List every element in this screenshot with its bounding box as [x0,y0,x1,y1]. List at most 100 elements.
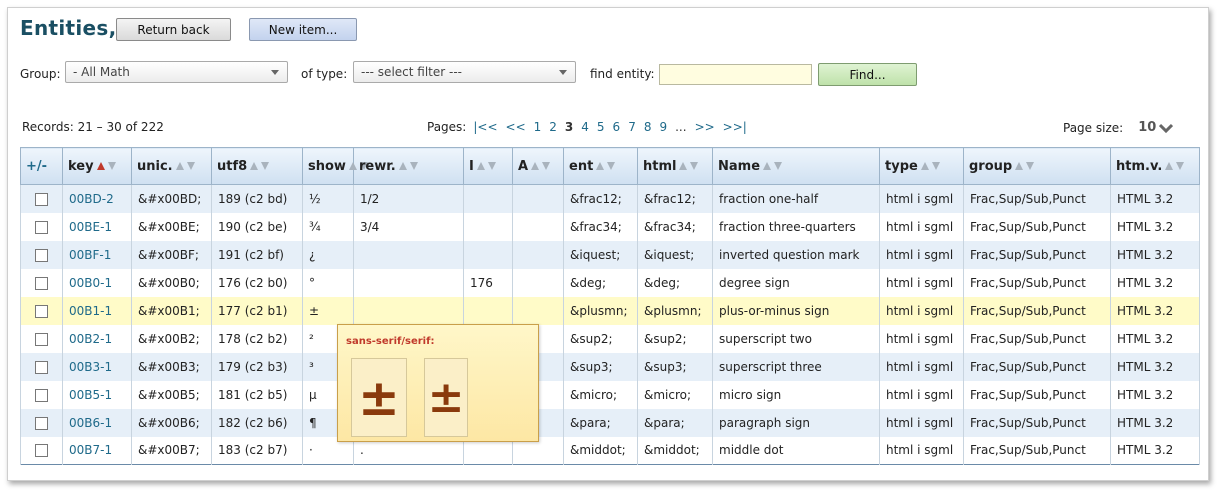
row-checkbox[interactable] [35,416,48,430]
cell-rewr: 1/2 [353,184,464,213]
column-header-a[interactable]: A [512,147,564,185]
last-page-link[interactable]: >>| [723,120,747,134]
column-header-ent[interactable]: ent [563,147,638,185]
column-header-unic[interactable]: unic. [131,147,212,185]
sort-ascending-icon[interactable] [96,161,118,171]
find-button[interactable]: Find... [818,63,917,86]
column-header-type[interactable]: type [879,147,964,185]
cell-ent: &frac12; [563,184,638,213]
table-row[interactable]: 00B6-1 &#x00B6; 182 (c2 b6) ¶ &para; &para; pa… [20,408,1200,437]
table-row[interactable]: 00B1-1 &#x00B1; 177 (c2 b1) ± &plusmn; &plusm… [20,296,1200,325]
return-back-button[interactable]: Return back [116,18,231,41]
column-header-utf8[interactable]: utf8 [211,147,303,185]
cell-name: superscript two [712,324,880,353]
chevron-down-icon [271,70,279,75]
cell-key[interactable]: 00BD-2 [62,184,132,213]
column-header-label: htm.v. [1116,158,1163,174]
column-header-rewr[interactable]: rewr. [353,147,464,185]
cell-ent: &sup3; [563,352,638,381]
cell-key[interactable]: 00BF-1 [62,240,132,269]
cell-html: &sup2; [637,324,713,353]
table-row[interactable]: 00BF-1 &#x00BF; 191 (c2 bf) ¿ &iquest; &iques… [20,240,1200,269]
sort-arrows-icon[interactable] [762,161,784,171]
cell-key[interactable]: 00B3-1 [62,352,132,381]
column-header-group[interactable]: group [963,147,1111,185]
sort-arrows-icon[interactable] [249,161,271,171]
cell-rewr [353,296,464,325]
page-link-9[interactable]: 9 [659,120,667,134]
page-size-select[interactable]: 10 [1138,120,1156,135]
row-checkbox[interactable] [35,304,48,318]
sort-arrows-icon[interactable] [1164,161,1186,171]
row-checkbox[interactable] [35,248,48,262]
cell-html: &iquest; [637,240,713,269]
sort-arrows-icon[interactable] [1014,161,1036,171]
cell-htmv: HTML 3.2 [1110,240,1200,269]
page-link-7[interactable]: 7 [628,120,636,134]
group-select[interactable]: - All Math [65,61,288,83]
row-checkbox[interactable] [35,192,48,206]
cell-key[interactable]: 00B2-1 [62,324,132,353]
sort-arrows-icon[interactable] [595,161,617,171]
cell-key[interactable]: 00BE-1 [62,212,132,241]
column-header-label: key [68,158,94,174]
table-row[interactable]: 00B3-1 &#x00B3; 179 (c2 b3) ³ &sup3; &sup3; su… [20,352,1200,381]
cell-group: Frac,Sup/Sub,Punct [963,380,1111,409]
row-checkbox[interactable] [35,276,48,290]
current-page: 3 [564,120,574,134]
row-checkbox[interactable] [35,360,48,374]
new-item-button[interactable]: New item... [249,18,357,41]
sort-arrows-icon[interactable] [175,161,197,171]
column-header-htmv[interactable]: htm.v. [1110,147,1200,185]
sort-arrows-icon[interactable] [476,161,498,171]
cell-utf8: 176 (c2 b0) [211,268,303,297]
table-row[interactable]: 00B0-1 &#x00B0; 176 (c2 b0) ° 176 &deg; &deg; d… [20,268,1200,297]
column-header-show[interactable]: show [302,147,368,185]
cell-show: ¿ [302,240,354,269]
cell-i [463,296,513,325]
table-header-row: +/- key unic. utf8 show rewr. I Aent html Name typ… [20,147,1200,185]
prev-page-link[interactable]: << [506,120,526,134]
glyph-preview-tooltip: sans-serif/serif: ± ± [337,324,539,442]
cell-key[interactable]: 00B6-1 [62,408,132,437]
page-link-8[interactable]: 8 [644,120,652,134]
table-row[interactable]: 00BE-1 &#x00BE; 190 (c2 be) ¾ 3/4 &frac34; &fr… [20,212,1200,241]
sort-arrows-icon[interactable] [920,161,942,171]
table-row[interactable]: 00B2-1 &#x00B2; 178 (c2 b2) ² &sup2; &sup2; su… [20,324,1200,353]
row-checkbox[interactable] [35,220,48,234]
chevron-down-icon[interactable] [1159,123,1174,133]
cell-name: plus-or-minus sign [712,296,880,325]
sort-arrows-icon[interactable] [530,161,552,171]
cell-htmv: HTML 3.2 [1110,352,1200,381]
page-link-5[interactable]: 5 [597,120,605,134]
first-page-link[interactable]: |<< [473,120,497,134]
column-header-label: Name [718,158,761,174]
column-header-i[interactable]: I [463,147,513,185]
page-link-4[interactable]: 4 [581,120,589,134]
row-checkbox[interactable] [35,388,48,402]
column-header-label: rewr. [359,158,396,174]
cell-unic: &#x00B6; [131,408,212,437]
page-link-2[interactable]: 2 [549,120,557,134]
type-select[interactable]: --- select filter --- [353,61,576,83]
cell-key[interactable]: 00B1-1 [62,296,132,325]
cell-key[interactable]: 00B0-1 [62,268,132,297]
row-checkbox[interactable] [35,444,48,458]
table-row[interactable]: 00B7-1 &#x00B7; 183 (c2 b7) ·. &middot; &midd… [20,436,1200,465]
page-link-1[interactable]: 1 [534,120,542,134]
column-header-html[interactable]: html [637,147,713,185]
sort-arrows-icon[interactable] [678,161,700,171]
row-checkbox[interactable] [35,332,48,346]
table-row[interactable]: 00B5-1 &#x00B5; 181 (c2 b5) µ &micro; &micro;… [20,380,1200,409]
page-link-6[interactable]: 6 [613,120,621,134]
column-header-toggle[interactable]: +/- [20,147,63,185]
column-header-name[interactable]: Name [712,147,880,185]
table-row[interactable]: 00BD-2 &#x00BD; 189 (c2 bd) ½ 1/2 &frac12; &fr… [20,184,1200,213]
column-header-key[interactable]: key [62,147,132,185]
next-page-link[interactable]: >> [695,120,715,134]
find-entity-input[interactable] [659,64,812,85]
type-select-value: --- select filter --- [361,65,462,79]
sort-arrows-icon[interactable] [398,161,420,171]
cell-key[interactable]: 00B7-1 [62,436,132,465]
cell-key[interactable]: 00B5-1 [62,380,132,409]
